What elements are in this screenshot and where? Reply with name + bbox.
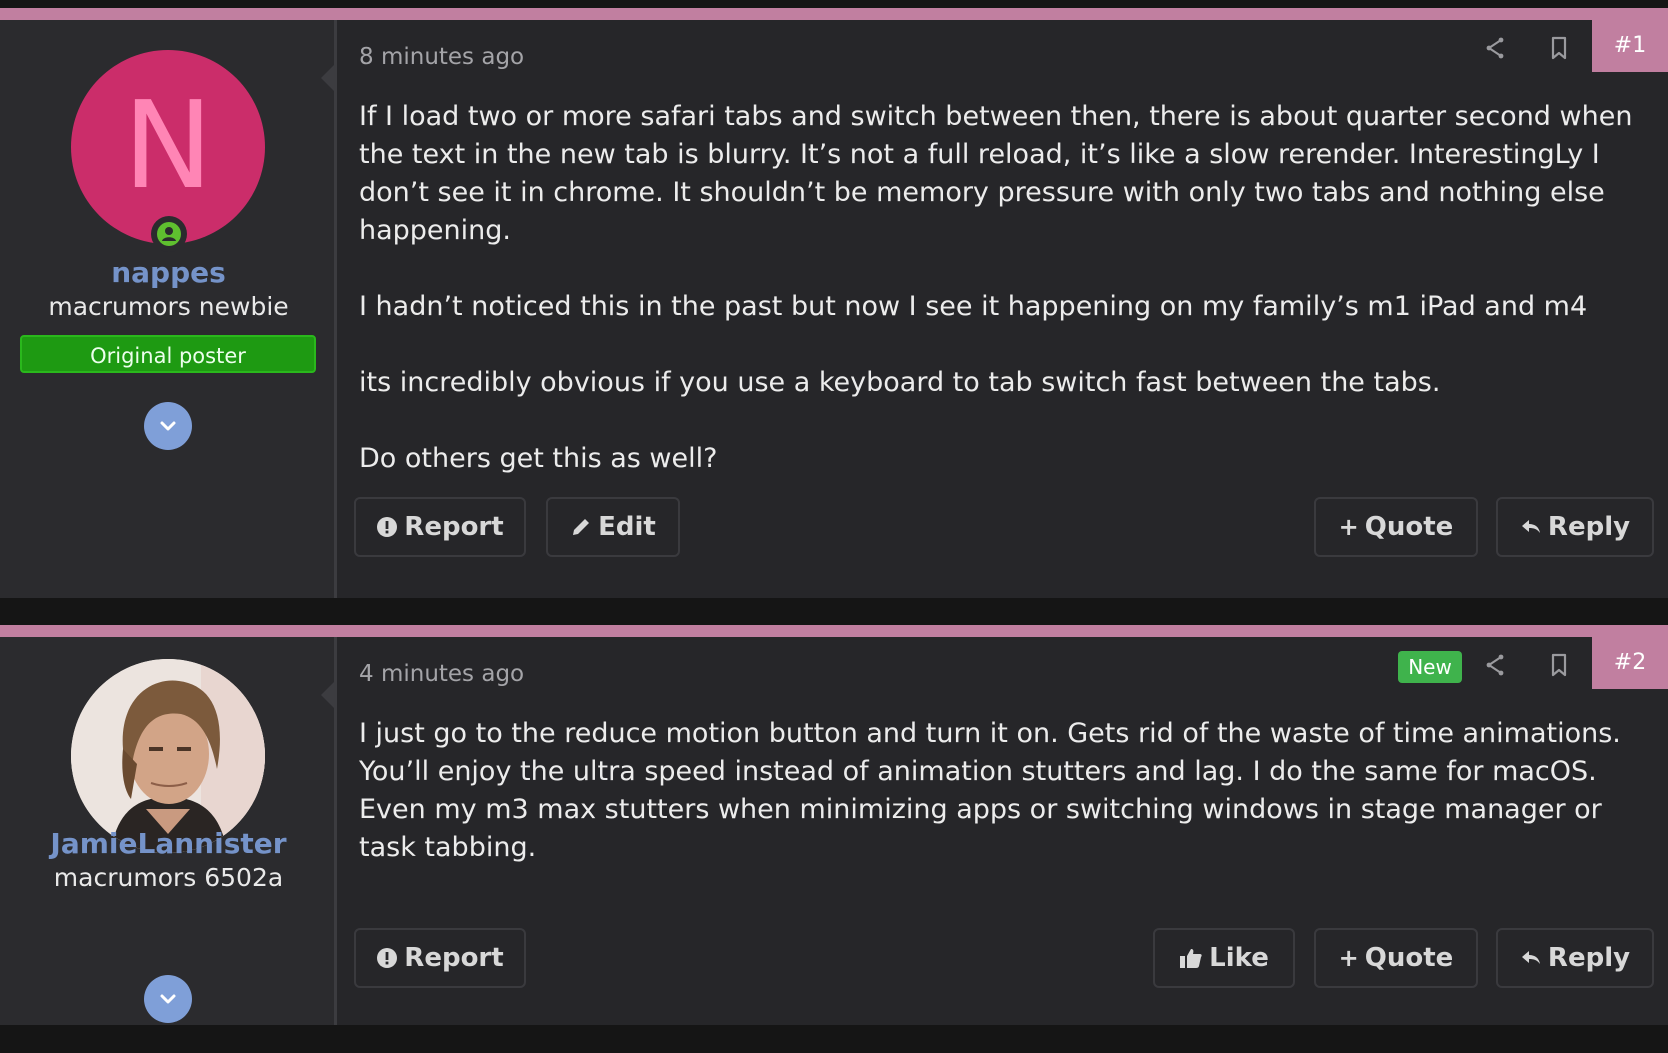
bookmark-icon[interactable] [1545, 651, 1573, 679]
original-poster-badge: Original poster [20, 335, 316, 373]
pencil-icon [570, 499, 592, 555]
report-label: Report [404, 512, 504, 542]
online-status-icon [151, 216, 187, 252]
like-label: Like [1209, 943, 1269, 973]
post-accent-bar [0, 8, 1668, 20]
reply-label: Reply [1547, 943, 1631, 973]
post-accent-bar [0, 625, 1668, 637]
author-title: macrumors newbie [48, 292, 289, 321]
exclamation-circle-icon [376, 499, 398, 555]
post-paragraph: I just go to the reduce motion button an… [359, 718, 1621, 863]
reply-button[interactable]: Reply [1496, 497, 1654, 557]
plus-icon: + [1338, 944, 1359, 972]
post-number-link[interactable]: #2 [1592, 637, 1668, 689]
author-title: macrumors 6502a [53, 863, 284, 892]
bookmark-icon[interactable] [1545, 34, 1573, 62]
share-icon[interactable] [1481, 34, 1509, 62]
plus-icon: + [1338, 513, 1359, 541]
author-username[interactable]: nappes [0, 256, 337, 289]
thread-page: N nappes macrumors newbie Original poste… [0, 0, 1668, 1053]
reply-arrow-icon [1520, 930, 1542, 986]
post-paragraph: I hadn’t noticed this in the past but no… [359, 291, 1588, 322]
post-1: N nappes macrumors newbie Original poste… [0, 8, 1668, 598]
post-author-sidebar: JamieLannister macrumors 6502a [0, 637, 337, 1025]
quote-label: Quote [1364, 512, 1454, 542]
sidebar-pointer [321, 62, 337, 94]
edit-label: Edit [598, 512, 656, 542]
exclamation-circle-icon [376, 930, 398, 986]
avatar[interactable] [71, 659, 265, 853]
report-button[interactable]: Report [354, 497, 526, 557]
reply-button[interactable]: Reply [1496, 928, 1654, 988]
post-paragraph: Do others get this as well? [359, 443, 718, 474]
report-button[interactable]: Report [354, 928, 526, 988]
post-paragraph: its incredibly obvious if you use a keyb… [359, 367, 1441, 398]
share-icon[interactable] [1481, 651, 1509, 679]
post-2: JamieLannister macrumors 6502a 4 minutes… [0, 625, 1668, 1025]
expand-author-button[interactable] [144, 975, 192, 1023]
new-badge: New [1398, 651, 1462, 683]
quote-button[interactable]: + Quote [1314, 928, 1478, 988]
post-timestamp[interactable]: 8 minutes ago [359, 44, 524, 70]
post-author-sidebar: N nappes macrumors newbie Original poste… [0, 20, 337, 598]
post-message: I just go to the reduce motion button an… [359, 715, 1649, 867]
chevron-down-icon [160, 421, 176, 431]
reply-label: Reply [1547, 512, 1631, 542]
like-button[interactable]: Like [1153, 928, 1295, 988]
expand-author-button[interactable] [144, 402, 192, 450]
thumbs-up-icon [1179, 930, 1203, 986]
post-timestamp[interactable]: 4 minutes ago [359, 661, 524, 687]
sidebar-pointer [321, 679, 337, 711]
quote-label: Quote [1364, 943, 1454, 973]
quote-button[interactable]: + Quote [1314, 497, 1478, 557]
avatar[interactable]: N [71, 50, 265, 244]
post-number-link[interactable]: #1 [1592, 20, 1668, 72]
author-username[interactable]: JamieLannister [0, 827, 337, 860]
reply-arrow-icon [1520, 499, 1542, 555]
chevron-down-icon [160, 994, 176, 1004]
edit-button[interactable]: Edit [546, 497, 680, 557]
avatar-photo [71, 659, 265, 853]
post-message: If I load two or more safari tabs and sw… [359, 98, 1649, 478]
report-label: Report [404, 943, 504, 973]
post-paragraph: If I load two or more safari tabs and sw… [359, 101, 1633, 246]
